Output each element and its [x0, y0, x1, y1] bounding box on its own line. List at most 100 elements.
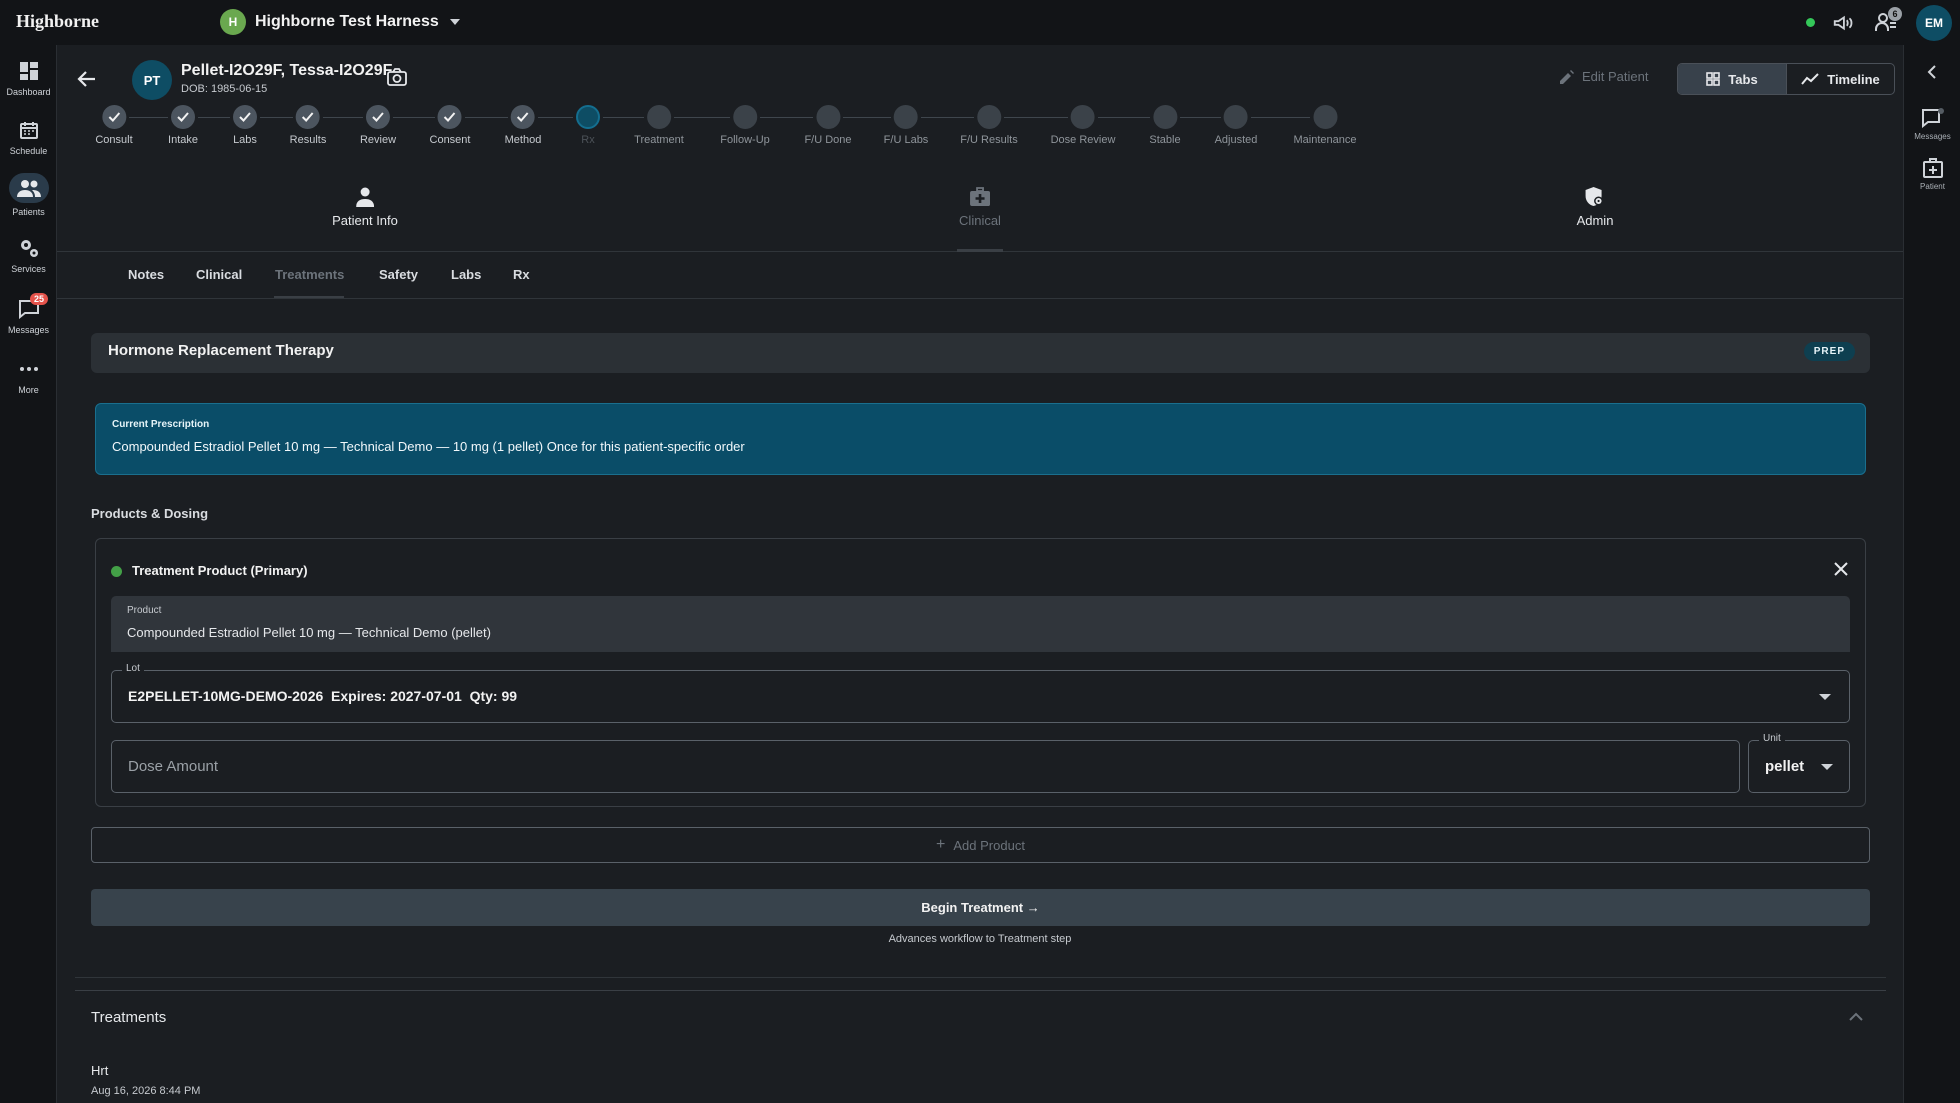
- notification-badge: 6: [1888, 7, 1902, 21]
- lot-select[interactable]: Lot E2PELLET-10MG-DEMO-2026 Expires: 202…: [111, 663, 1850, 723]
- timeline-view-label: Timeline: [1827, 71, 1880, 87]
- begin-treatment-label: Begin Treatment →: [921, 900, 1040, 915]
- subtab-notes[interactable]: Notes: [128, 267, 164, 282]
- edit-patient-label: Edit Patient: [1582, 69, 1649, 84]
- nav-item-more[interactable]: More: [0, 357, 57, 395]
- step-follow-up[interactable]: Follow-Up: [720, 105, 770, 146]
- step-treatment[interactable]: Treatment: [634, 105, 684, 146]
- brand-logo[interactable]: Highborne: [16, 11, 99, 32]
- nav-item-services[interactable]: Services: [0, 236, 57, 274]
- close-icon[interactable]: [1833, 561, 1849, 577]
- step-rx[interactable]: Rx: [576, 105, 600, 146]
- product-field-value: Compounded Estradiol Pellet 10 mg — Tech…: [127, 625, 491, 640]
- rail-item-messages[interactable]: Messages: [1904, 107, 1960, 141]
- patient-name: Pellet-I2O29F, Tessa-I2O29F: [181, 62, 393, 79]
- subtab-clinical[interactable]: Clinical: [196, 267, 242, 282]
- main-content: PT Pellet-I2O29F, Tessa-I2O29F DOB: 1985…: [57, 45, 1903, 1103]
- user-avatar[interactable]: EM: [1916, 5, 1952, 41]
- product-field[interactable]: Product Compounded Estradiol Pellet 10 m…: [111, 596, 1850, 652]
- step-consent[interactable]: Consent: [429, 105, 471, 146]
- step-intake[interactable]: Intake: [168, 105, 198, 146]
- nav-item-messages[interactable]: 25 Messages: [0, 293, 57, 335]
- step-f-u-done[interactable]: F/U Done: [804, 105, 852, 146]
- subtab-rx[interactable]: Rx: [513, 267, 530, 282]
- step-circle: [815, 105, 840, 129]
- tab-label: Clinical: [959, 213, 1001, 228]
- unit-select[interactable]: Unit pellet: [1748, 733, 1850, 793]
- tab-admin[interactable]: Admin: [1576, 187, 1614, 228]
- nav-item-patients[interactable]: Patients: [0, 173, 57, 217]
- tab-patient-info[interactable]: Patient Info: [332, 187, 398, 228]
- divider: [75, 990, 1886, 991]
- step-f-u-labs[interactable]: F/U Labs: [884, 105, 928, 146]
- top-bar: Highborne H Highborne Test Harness 6 EM: [0, 0, 1960, 45]
- tabs-view-button[interactable]: Tabs: [1678, 64, 1786, 94]
- lot-value: E2PELLET-10MG-DEMO-2026 Expires: 2027-07…: [128, 688, 518, 704]
- step-maintenance[interactable]: Maintenance: [1294, 105, 1357, 146]
- check-icon: [437, 105, 462, 129]
- step-label: Treatment: [634, 134, 684, 146]
- back-arrow-icon[interactable]: [75, 67, 99, 91]
- step-circle: [732, 105, 757, 129]
- begin-treatment-button[interactable]: Begin Treatment →: [91, 889, 1870, 926]
- dropdown-caret-icon: [1821, 764, 1833, 770]
- rail-item-patient[interactable]: Patient: [1904, 157, 1960, 191]
- step-label: Dose Review: [1050, 134, 1116, 146]
- dashboard-icon: [17, 59, 41, 83]
- stepper-connector: [129, 117, 168, 118]
- step-consult[interactable]: Consult: [95, 105, 133, 146]
- tabs-view-label: Tabs: [1728, 71, 1758, 87]
- patient-dob: DOB: 1985-06-15: [181, 83, 268, 95]
- dropdown-caret-icon: [1819, 694, 1831, 700]
- step-label: Consent: [429, 134, 471, 146]
- timeline-view-button[interactable]: Timeline: [1786, 64, 1894, 94]
- nav-item-dashboard[interactable]: Dashboard: [0, 59, 57, 97]
- step-adjusted[interactable]: Adjusted: [1215, 105, 1257, 146]
- step-label: Stable: [1149, 134, 1181, 146]
- step-label: Maintenance: [1293, 134, 1357, 146]
- step-circle: [1152, 105, 1177, 129]
- stepper-connector: [260, 117, 293, 118]
- add-product-button[interactable]: + Add Product: [91, 827, 1870, 863]
- subtab-safety[interactable]: Safety: [379, 267, 418, 282]
- chevron-left-icon[interactable]: [1926, 65, 1938, 79]
- tab-label: Admin: [1576, 213, 1614, 228]
- grid-icon: [1706, 72, 1721, 86]
- plus-icon: +: [936, 836, 946, 853]
- patient-avatar: PT: [132, 60, 172, 100]
- check-icon: [510, 105, 535, 129]
- stepper-connector: [198, 117, 230, 118]
- online-status-dot: [1806, 18, 1815, 27]
- treatments-heading: Treatments: [91, 1009, 167, 1026]
- step-dose-review[interactable]: Dose Review: [1050, 105, 1116, 146]
- megaphone-icon[interactable]: [1832, 12, 1854, 34]
- dose-amount-input[interactable]: [112, 741, 1739, 792]
- check-icon: [296, 105, 320, 129]
- step-f-u-results[interactable]: F/U Results: [960, 105, 1018, 146]
- step-label: Intake: [168, 134, 198, 146]
- step-labs[interactable]: Labs: [233, 105, 257, 146]
- check-icon: [365, 105, 390, 129]
- chevron-up-icon[interactable]: [1849, 1010, 1863, 1024]
- step-method[interactable]: Method: [505, 105, 541, 146]
- active-subtab-indicator: [274, 296, 344, 298]
- workflow-stepper: Consult Intake Labs Results Review Consent Met…: [57, 105, 1417, 175]
- nav-item-schedule[interactable]: Schedule: [0, 118, 57, 156]
- step-label: Results: [289, 134, 327, 146]
- step-circle: [646, 105, 671, 129]
- step-results[interactable]: Results: [289, 105, 327, 146]
- nav-label: Dashboard: [6, 87, 51, 97]
- edit-patient-button[interactable]: Edit Patient: [1560, 69, 1649, 84]
- treatment-item-name[interactable]: Hrt: [91, 1063, 108, 1078]
- step-label: F/U Results: [960, 134, 1018, 146]
- step-stable[interactable]: Stable: [1149, 105, 1181, 146]
- subtab-labs[interactable]: Labs: [451, 267, 481, 282]
- subtab-treatments[interactable]: Treatments: [275, 267, 344, 282]
- tab-clinical[interactable]: Clinical: [959, 187, 1001, 228]
- divider: [75, 977, 1886, 978]
- unit-label: Unit: [1759, 733, 1785, 744]
- add-product-label: Add Product: [953, 837, 1025, 853]
- org-switcher[interactable]: H Highborne Test Harness: [220, 9, 460, 35]
- step-review[interactable]: Review: [360, 105, 396, 146]
- camera-icon[interactable]: [387, 68, 407, 86]
